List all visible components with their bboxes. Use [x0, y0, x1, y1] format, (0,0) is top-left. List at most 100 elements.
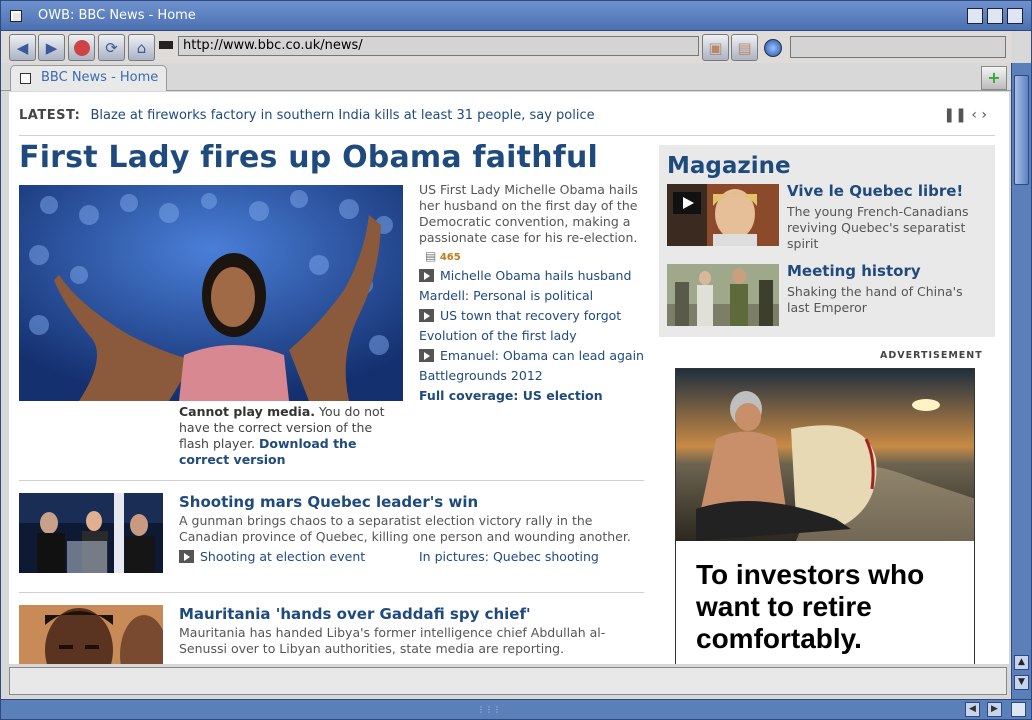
- top-story-image[interactable]: [19, 185, 403, 401]
- tab-close-icon[interactable]: [20, 73, 31, 84]
- depth-button[interactable]: [1007, 8, 1023, 24]
- vertical-scroll-thumb[interactable]: [1014, 75, 1029, 185]
- next-icon[interactable]: ›: [981, 107, 987, 123]
- browser-window: OWB: BBC News - Home ◀ ▶ ⟳ ⌂ http://www.…: [0, 0, 1032, 720]
- reload-button[interactable]: ⟳: [98, 34, 125, 61]
- related-link[interactable]: Michelle Obama hails husband: [419, 268, 644, 284]
- story-summary: Mauritania has handed Libya's former int…: [179, 625, 606, 656]
- forward-button[interactable]: ▶: [38, 34, 65, 61]
- story-video-link[interactable]: Shooting at election event: [179, 549, 365, 564]
- related-link-label: US town that recovery forgot: [440, 308, 622, 323]
- story-image[interactable]: [19, 605, 163, 664]
- related-link[interactable]: Evolution of the first lady: [419, 328, 644, 344]
- add-bookmark-button[interactable]: ▣: [702, 34, 729, 61]
- comment-count-value: 465: [439, 252, 461, 263]
- title-bar[interactable]: OWB: BBC News - Home: [1, 1, 1031, 31]
- related-link[interactable]: Battlegrounds 2012: [419, 368, 644, 384]
- comment-count[interactable]: ▤ 465: [425, 249, 461, 263]
- web-page-content: LATEST: Blaze at fireworks factory in so…: [9, 92, 1009, 664]
- scroll-down-icon[interactable]: ▼: [1014, 675, 1029, 690]
- reload-icon: ⟳: [105, 38, 118, 57]
- media-error-title: Cannot play media.: [179, 404, 316, 419]
- plus-icon: +: [987, 68, 1001, 87]
- magazine-summary: The young French-Canadians reviving Queb…: [787, 204, 969, 251]
- top-story-summary: US First Lady Michelle Obama hails her h…: [419, 182, 638, 245]
- resize-handle-icon[interactable]: [1011, 702, 1026, 717]
- story-summary: A gunman brings chaos to a separatist el…: [179, 513, 631, 544]
- latest-label: LATEST:: [19, 108, 81, 123]
- related-link[interactable]: Mardell: Personal is political: [419, 288, 644, 304]
- stop-button[interactable]: [68, 34, 95, 61]
- magazine-image[interactable]: [667, 264, 779, 326]
- story-mauritania: Mauritania 'hands over Gaddafi spy chief…: [19, 605, 644, 664]
- advertisement-banner[interactable]: To investors who want to retire comforta…: [675, 368, 975, 664]
- related-link-label: Full coverage: US election: [419, 388, 603, 403]
- zoom-button[interactable]: [987, 8, 1003, 24]
- story-quebec: Shooting mars Quebec leader's win A gunm…: [19, 493, 644, 573]
- window-close-button[interactable]: [10, 10, 22, 22]
- scroll-up-icon[interactable]: ▲: [1014, 655, 1029, 670]
- tab-bbc-news[interactable]: BBC News - Home: [10, 65, 167, 91]
- home-icon: ⌂: [136, 38, 147, 57]
- window-title: OWB: BBC News - Home: [38, 8, 196, 23]
- story-headline[interactable]: Mauritania 'hands over Gaddafi spy chief…: [179, 605, 531, 623]
- bookmarks-icon: ▤: [737, 38, 752, 57]
- new-tab-button[interactable]: +: [981, 66, 1007, 90]
- magazine-image[interactable]: [667, 184, 779, 246]
- story-image[interactable]: [19, 493, 163, 573]
- site-favicon-icon: [159, 41, 173, 49]
- video-play-icon: [419, 309, 434, 322]
- ticker-controls: ❚❚ ‹ ›: [943, 107, 987, 123]
- video-play-icon: [179, 550, 194, 563]
- top-story-headline[interactable]: First Lady fires up Obama faithful: [19, 140, 598, 175]
- comment-icon: ▤: [425, 249, 437, 263]
- stop-icon: [73, 39, 90, 56]
- advertisement-image[interactable]: [676, 369, 974, 541]
- story-link-label: Shooting at election event: [200, 549, 366, 564]
- horizontal-scrollbar[interactable]: ⋮⋮⋮ ◀ ▶: [1, 699, 1031, 719]
- advertisement-label: ADVERTISEMENT: [880, 350, 983, 361]
- related-link-label: Emanuel: Obama can lead again: [440, 348, 644, 363]
- story-gallery-link[interactable]: In pictures: Quebec shooting: [419, 549, 599, 564]
- media-error-caption: Cannot play media. You do not have the c…: [179, 404, 404, 468]
- latest-headline-link[interactable]: Blaze at fireworks factory in southern I…: [90, 108, 594, 123]
- related-links: Michelle Obama hails husband Mardell: Pe…: [419, 268, 644, 408]
- advertisement-copy[interactable]: To investors who want to retire comforta…: [696, 559, 966, 655]
- forward-arrow-icon: ▶: [45, 38, 58, 57]
- back-button[interactable]: ◀: [9, 34, 36, 61]
- magazine-title[interactable]: Magazine: [667, 153, 791, 179]
- related-link-label: Mardell: Personal is political: [419, 288, 594, 303]
- home-button[interactable]: ⌂: [128, 34, 155, 61]
- tab-label: BBC News - Home: [41, 70, 159, 85]
- video-play-icon: [419, 269, 434, 282]
- related-link-label: Evolution of the first lady: [419, 328, 577, 343]
- scroll-left-icon[interactable]: ◀: [965, 702, 980, 717]
- scroll-right-icon[interactable]: ▶: [987, 702, 1002, 717]
- related-link-label: Michelle Obama hails husband: [440, 268, 632, 283]
- full-coverage-link[interactable]: Full coverage: US election: [419, 388, 644, 404]
- related-link[interactable]: Emanuel: Obama can lead again: [419, 348, 644, 364]
- related-link-label: Battlegrounds 2012: [419, 368, 543, 383]
- magazine-item: Vive le Quebec libre! The young French-C…: [667, 182, 987, 251]
- bookmarks-button[interactable]: ▤: [731, 34, 758, 61]
- magazine-headline[interactable]: Vive le Quebec libre!: [787, 182, 963, 200]
- magazine-summary: Shaking the hand of China's last Emperor: [787, 284, 963, 315]
- story-headline[interactable]: Shooting mars Quebec leader's win: [179, 493, 478, 511]
- bookmark-add-icon: ▣: [708, 38, 723, 57]
- vertical-scrollbar[interactable]: ▲ ▼: [1011, 63, 1031, 699]
- related-link[interactable]: US town that recovery forgot: [419, 308, 644, 324]
- iconify-button[interactable]: [967, 8, 983, 24]
- magazine-panel: Magazine Vive le Quebec libre! The young…: [659, 145, 995, 337]
- navigation-toolbar: ◀ ▶ ⟳ ⌂ http://www.bbc.co.uk/news/ ▣ ▤: [1, 31, 1011, 63]
- pause-icon[interactable]: ❚❚: [943, 107, 966, 123]
- status-bar: [9, 667, 1007, 695]
- search-engine-icon[interactable]: [764, 39, 782, 57]
- latest-ticker: LATEST: Blaze at fireworks factory in so…: [19, 108, 595, 123]
- magazine-headline[interactable]: Meeting history: [787, 262, 921, 280]
- search-input[interactable]: [790, 36, 1006, 58]
- tab-bar: BBC News - Home +: [1, 63, 1011, 91]
- address-bar-input[interactable]: http://www.bbc.co.uk/news/: [178, 36, 699, 56]
- magazine-item: Meeting history Shaking the hand of Chin…: [667, 262, 987, 328]
- scroll-grip-icon: ⋮⋮⋮: [477, 705, 501, 714]
- previous-icon[interactable]: ‹: [971, 107, 977, 123]
